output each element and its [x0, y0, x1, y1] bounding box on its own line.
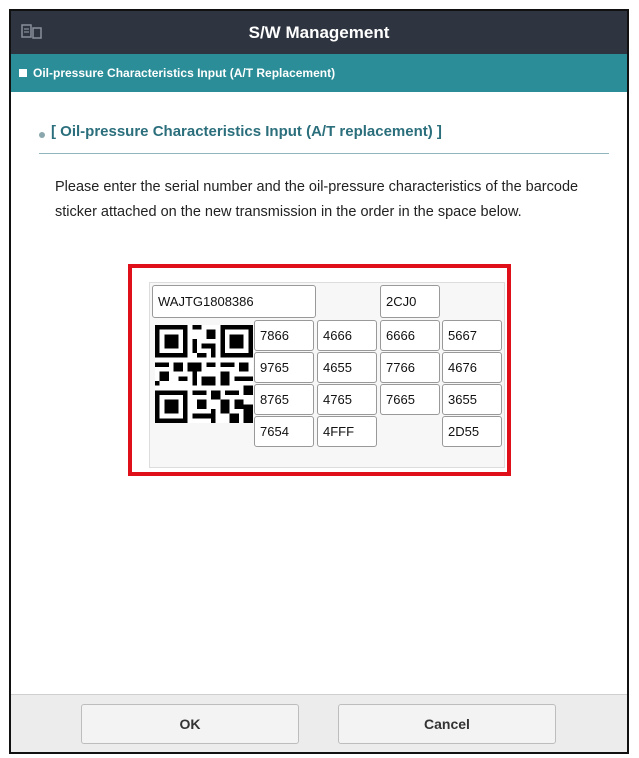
oil-pressure-cell-r3-c1[interactable]: 8765 [254, 384, 314, 415]
oil-pressure-cell-r1-c2[interactable]: 4666 [317, 320, 377, 351]
oil-pressure-cell-r2-c2[interactable]: 4655 [317, 352, 377, 383]
oil-pressure-cell-r4-c2[interactable]: 4FFF [317, 416, 377, 447]
window-title: S/W Management [248, 23, 390, 42]
sticker-input-grid: WAJTG1808386 2CJ0 7866 4666 6666 5667 97… [149, 282, 505, 468]
subheader-label: Oil-pressure Characteristics Input (A/T … [33, 66, 336, 80]
ok-button[interactable]: OK [81, 704, 299, 744]
oil-pressure-cell-r1-c4[interactable]: 5667 [442, 320, 502, 351]
cancel-button[interactable]: Cancel [338, 704, 556, 744]
oil-pressure-cell-r2-c4[interactable]: 4676 [442, 352, 502, 383]
section-title: [ Oil-pressure Characteristics Input (A/… [51, 123, 442, 140]
footer-bar: OK Cancel [11, 694, 627, 752]
oil-pressure-cell-r2-c3[interactable]: 7766 [380, 352, 440, 383]
oil-pressure-cell-r3-c3[interactable]: 7665 [380, 384, 440, 415]
oil-pressure-cell-r4-c1[interactable]: 7654 [254, 416, 314, 447]
bullet-icon [39, 132, 45, 138]
code-field[interactable]: 2CJ0 [380, 285, 440, 318]
dialog-window: S/W Management Oil-pressure Characterist… [9, 9, 629, 754]
oil-pressure-cell-r4-c3[interactable] [380, 416, 440, 447]
oil-pressure-cell-r4-c4[interactable]: 2D55 [442, 416, 502, 447]
square-bullet-icon [19, 69, 27, 77]
serial-number-field[interactable]: WAJTG1808386 [152, 285, 316, 318]
instructions-text: Please enter the serial number and the o… [55, 179, 579, 220]
oil-pressure-cell-r3-c2[interactable]: 4765 [317, 384, 377, 415]
title-bar: S/W Management [11, 11, 627, 54]
qr-code-icon [155, 325, 253, 423]
oil-pressure-cell-r1-c1[interactable]: 7866 [254, 320, 314, 351]
oil-pressure-cell-r3-c4[interactable]: 3655 [442, 384, 502, 415]
section-header: [ Oil-pressure Characteristics Input (A/… [39, 123, 609, 154]
oil-pressure-cell-r1-c3[interactable]: 6666 [380, 320, 440, 351]
highlight-box: WAJTG1808386 2CJ0 7866 4666 6666 5667 97… [128, 264, 511, 476]
subheader-bar: Oil-pressure Characteristics Input (A/T … [11, 54, 627, 92]
oil-pressure-cell-r2-c1[interactable]: 9765 [254, 352, 314, 383]
